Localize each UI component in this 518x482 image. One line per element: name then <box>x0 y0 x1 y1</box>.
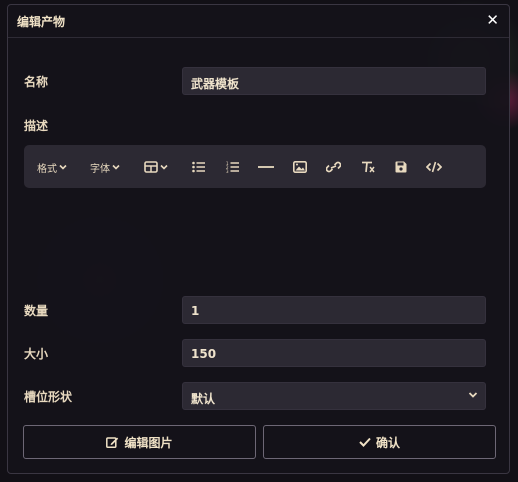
horizontal-rule-button[interactable] <box>258 158 274 176</box>
slot-shape-label: 槽位形状 <box>24 390 73 404</box>
close-icon[interactable]: ✕ <box>486 11 499 29</box>
svg-text:3: 3 <box>226 169 229 173</box>
chevron-down-icon <box>468 392 478 398</box>
link-icon <box>326 161 341 173</box>
editor-toolbar: 格式 字体 123 <box>24 145 486 188</box>
format-label: 格式 <box>37 163 57 175</box>
checkmark-icon <box>359 437 371 447</box>
name-label: 名称 <box>24 75 49 89</box>
name-input[interactable]: 武器模板 <box>182 67 486 95</box>
table-dropdown[interactable] <box>144 158 170 176</box>
save-button[interactable] <box>395 158 407 176</box>
size-input[interactable]: 150 <box>182 339 486 367</box>
description-editor-area[interactable] <box>24 190 486 290</box>
bullet-list-icon <box>192 161 205 173</box>
dialog-header: 编辑产物 ✕ <box>8 5 509 38</box>
image-icon <box>293 161 307 173</box>
confirm-label: 确认 <box>375 435 400 450</box>
code-view-button[interactable] <box>426 158 442 176</box>
numbered-list-icon: 123 <box>226 161 239 173</box>
bullet-list-button[interactable] <box>192 158 206 176</box>
quantity-input[interactable]: 1 <box>182 296 486 324</box>
font-label: 字体 <box>90 163 110 175</box>
link-button[interactable] <box>326 158 341 176</box>
description-label: 描述 <box>24 119 49 133</box>
numbered-list-button[interactable]: 123 <box>226 158 240 176</box>
confirm-button[interactable]: 确认 <box>263 425 496 459</box>
chevron-down-icon <box>160 164 168 170</box>
clear-format-button[interactable] <box>361 158 375 176</box>
code-icon <box>426 161 442 173</box>
horizontal-rule-icon <box>258 166 274 168</box>
chevron-down-icon <box>112 164 120 170</box>
insert-image-button[interactable] <box>293 158 307 176</box>
edit-image-label: 编辑图片 <box>124 435 173 450</box>
size-label: 大小 <box>24 347 49 361</box>
table-icon <box>144 161 158 173</box>
edit-icon <box>106 437 119 448</box>
format-dropdown[interactable]: 格式 <box>37 158 69 176</box>
slot-shape-value: 默认 <box>191 392 216 406</box>
save-icon <box>395 161 407 173</box>
edit-image-button[interactable]: 编辑图片 <box>23 425 256 459</box>
dialog-title: 编辑产物 <box>17 15 66 29</box>
quantity-label: 数量 <box>24 304 49 318</box>
clear-format-icon <box>362 161 375 173</box>
edit-product-dialog: 编辑产物 ✕ 名称 武器模板 描述 格式 字体 123 数量 1 大小 150 … <box>7 4 510 474</box>
chevron-down-icon <box>59 164 67 170</box>
font-dropdown[interactable]: 字体 <box>90 158 122 176</box>
slot-shape-select[interactable]: 默认 <box>182 382 486 410</box>
